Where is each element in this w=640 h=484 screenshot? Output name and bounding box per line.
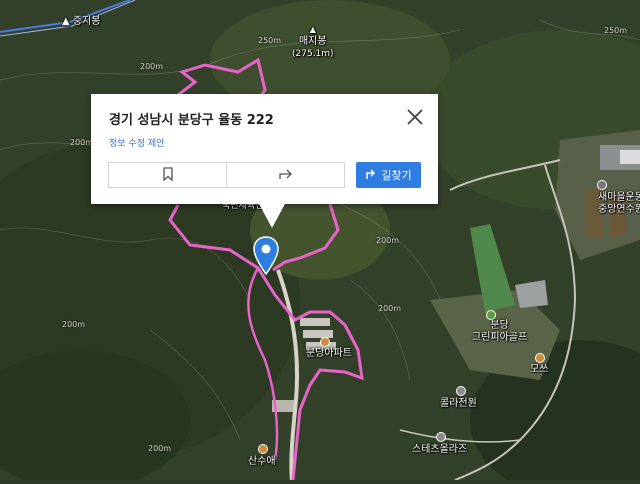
share-button[interactable] (226, 163, 344, 187)
place-icon[interactable] (436, 432, 446, 442)
map-canvas[interactable]: ▲ 중지봉 ▲ 매지봉 (275.1m) 250m 200m 200m 250m… (0, 0, 640, 484)
satellite-imagery (0, 0, 640, 484)
bookmark-button[interactable] (109, 163, 226, 187)
share-icon (278, 166, 294, 185)
contour-label: 200m (140, 62, 164, 71)
edit-info-link[interactable]: 정보 수정 제안 (109, 136, 164, 149)
place-label-mosseu[interactable]: 모쓰 (530, 364, 548, 376)
place-label-golf[interactable]: 분당 그린피아골프 (472, 320, 527, 344)
directions-icon (365, 168, 377, 183)
place-label-stets[interactable]: 스테츠올라즈 (412, 444, 467, 456)
action-buttons (108, 162, 345, 188)
restaurant-icon[interactable] (258, 444, 268, 454)
place-label-training-center[interactable]: 새마을운동 중앙연수원 (598, 192, 640, 216)
contour-label: 200m (376, 236, 400, 245)
place-label-kolla[interactable]: 콜라전원 (440, 398, 477, 410)
peak-label-maejibong[interactable]: ▲ 매지봉 (275.1m) (292, 24, 334, 60)
golf-icon[interactable] (486, 310, 496, 320)
peak-label-jungjibong[interactable]: ▲ 중지봉 (62, 16, 100, 28)
contour-label: 200m (148, 444, 172, 453)
contour-label: 200m (70, 138, 94, 147)
place-label-apartment[interactable]: 분당아파트 (306, 348, 352, 360)
directions-label: 길찾기 (381, 169, 412, 182)
popup-pointer (258, 202, 286, 228)
contour-label: 200m (378, 304, 402, 313)
apartment-icon[interactable] (320, 337, 330, 347)
address-title: 경기 성남시 분당구 율동 222 (109, 113, 274, 128)
restaurant-icon[interactable] (535, 353, 545, 363)
directions-button[interactable]: 길찾기 (356, 162, 421, 188)
close-icon[interactable] (406, 108, 424, 126)
place-info-popup: 경기 성남시 분당구 율동 222 정보 수정 제안 길찾기 (91, 94, 438, 204)
contour-label: 250m (258, 36, 282, 45)
place-icon[interactable] (456, 386, 466, 396)
training-center-icon[interactable] (597, 180, 607, 190)
bookmark-icon (162, 166, 174, 185)
place-label-sansuae[interactable]: 산수애 (248, 456, 276, 468)
contour-label: 250m (604, 26, 628, 35)
peak-icon: ▲ (309, 25, 316, 34)
location-pin-icon[interactable] (253, 236, 279, 276)
contour-label: 200m (62, 320, 86, 329)
